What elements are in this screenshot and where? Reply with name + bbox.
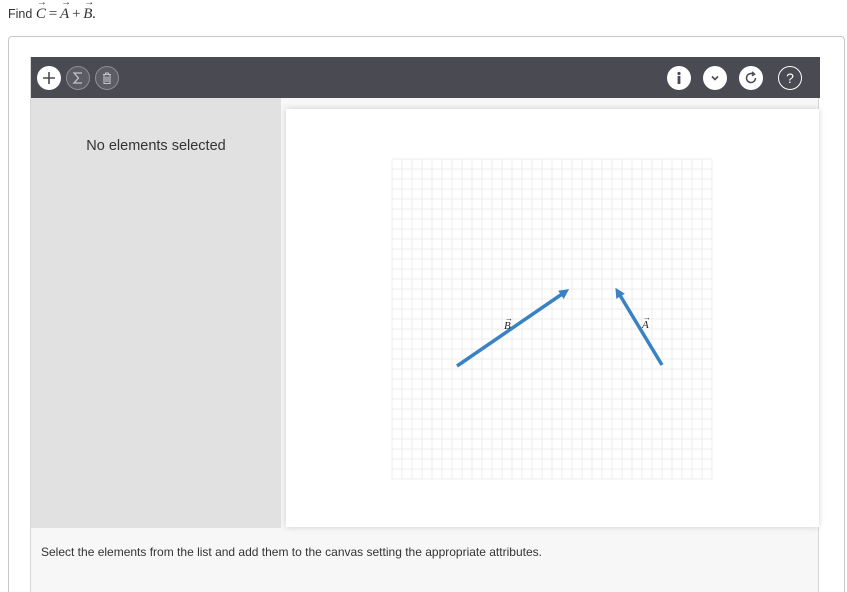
canvas-grid (391, 158, 713, 480)
svg-text:→: → (643, 313, 651, 322)
sum-button[interactable] (66, 66, 90, 90)
plus-icon (43, 72, 55, 84)
add-button[interactable] (37, 66, 61, 90)
canvas-svg[interactable]: B → A → (286, 109, 819, 527)
trash-icon (103, 72, 111, 85)
delete-button[interactable] (95, 66, 119, 90)
plus-sign: + (71, 6, 82, 22)
vector-b-symbol: B (83, 0, 94, 23)
question-prompt: Find C=A+B. (8, 0, 97, 23)
question-equation: C=A+B. (36, 0, 97, 23)
vector-editor: ? No elements selected B → A → Select th… (30, 57, 820, 592)
help-button[interactable]: ? (778, 66, 802, 90)
question-icon: ? (786, 70, 794, 86)
info-icon (677, 71, 681, 84)
editor-toolbar: ? (31, 57, 820, 98)
collapse-button[interactable] (703, 66, 727, 90)
drawing-canvas[interactable]: B → A → (286, 109, 819, 527)
reset-button[interactable] (739, 66, 763, 90)
vector-a-label: A → (641, 313, 651, 331)
question-prefix: Find (8, 7, 33, 21)
equals-sign: = (47, 6, 58, 22)
element-properties-panel: No elements selected (31, 98, 281, 528)
sigma-icon (72, 72, 82, 84)
instructions-text: Select the elements from the list and ad… (41, 545, 542, 559)
info-button[interactable] (667, 66, 691, 90)
svg-text:?: ? (786, 70, 794, 86)
question-period: . (92, 6, 97, 22)
svg-text:→: → (505, 314, 513, 323)
refresh-icon (745, 71, 757, 84)
chevron-down-icon (711, 75, 719, 81)
vector-a-symbol: A (60, 0, 71, 23)
no-selection-message: No elements selected (86, 138, 226, 154)
vector-c-symbol: C (36, 0, 47, 23)
